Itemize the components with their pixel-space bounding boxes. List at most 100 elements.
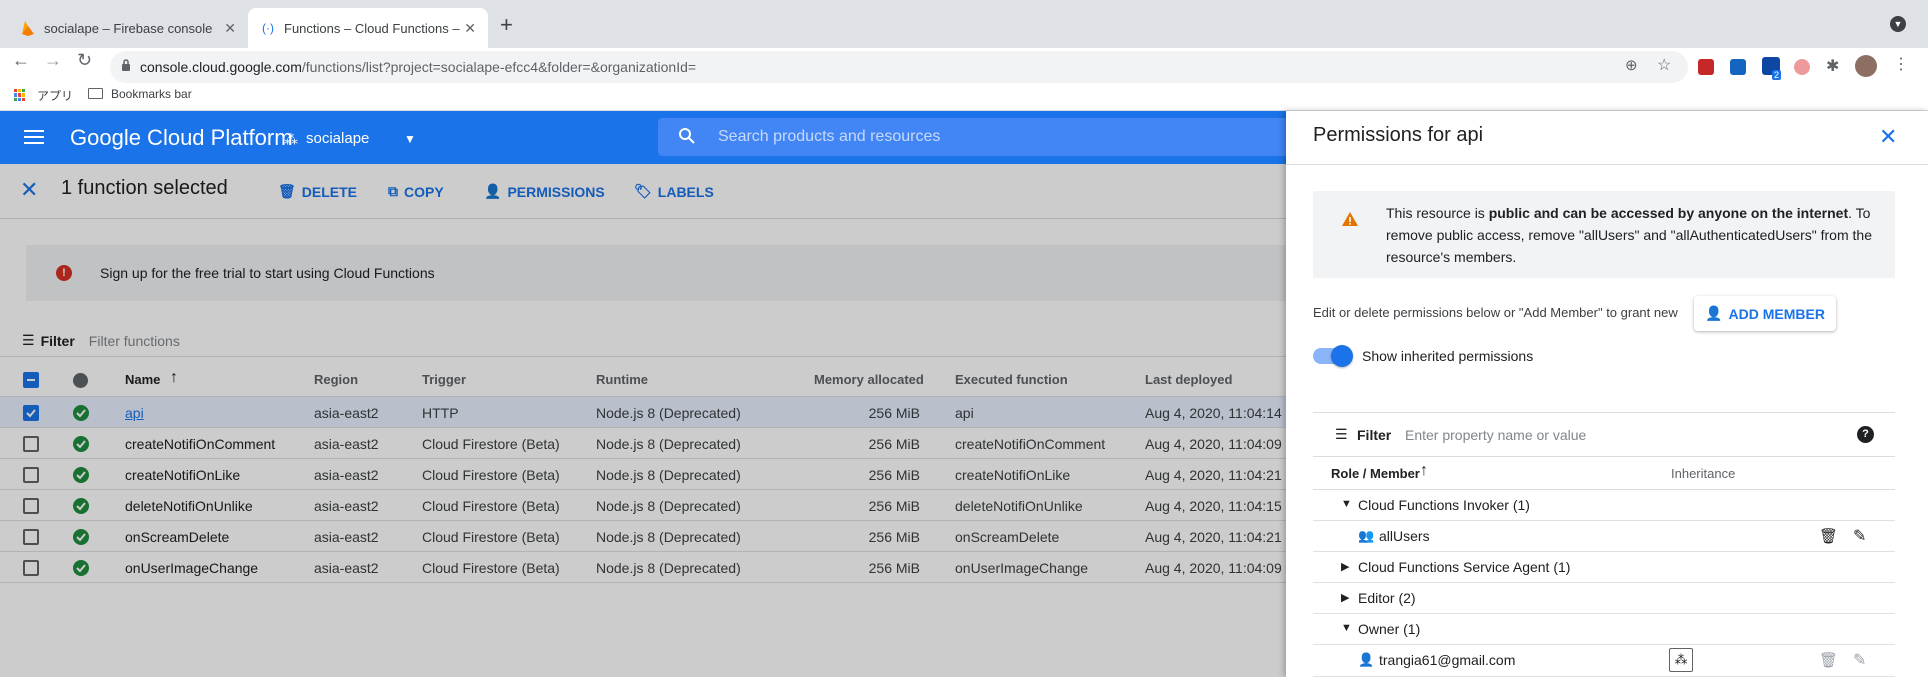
permissions-label: PERMISSIONS <box>507 183 605 200</box>
col-runtime[interactable]: Runtime <box>596 372 648 387</box>
table-row[interactable]: onScreamDelete asia-east2 Cloud Firestore … <box>0 521 1286 552</box>
warning-triangle-icon <box>1341 211 1359 227</box>
labels-label: LABELS <box>657 183 714 200</box>
table-row[interactable]: api asia-east2 HTTP Node.js 8 (Deprecated) a… <box>0 397 1286 428</box>
role-row[interactable]: ▼ Cloud Functions Invoker (1) <box>1313 490 1895 521</box>
address-bar[interactable]: console.cloud.google.com/functions/list?… <box>110 51 1688 83</box>
bookmarks-bar-folder[interactable]: Bookmarks bar <box>111 87 192 101</box>
role-row[interactable]: ▼ Owner (1) <box>1313 614 1895 645</box>
chevron-down-icon[interactable]: ▼ <box>404 132 416 146</box>
inherited-toggle-knob[interactable] <box>1331 345 1353 367</box>
status-column-icon <box>73 373 88 388</box>
role-row[interactable]: ▶ Cloud Functions Service Agent (1) <box>1313 552 1895 583</box>
inherited-hierarchy-icon[interactable]: ⁂ <box>1669 648 1693 672</box>
fn-trigger: Cloud Firestore (Beta) <box>422 436 560 452</box>
member-row[interactable]: 👥 allUsers 🗑 ✎ <box>1313 521 1895 552</box>
delete-button[interactable]: 🗑 DELETE <box>278 183 357 200</box>
row-checkbox[interactable] <box>23 436 39 452</box>
search-input[interactable]: Search products and resources <box>658 118 1286 156</box>
fn-name[interactable]: onUserImageChange <box>125 560 258 576</box>
browser-tab-functions[interactable]: (·) Functions – Cloud Functions – ✕ <box>248 8 488 48</box>
fn-trigger: Cloud Firestore (Beta) <box>422 560 560 576</box>
lock-icon[interactable] <box>121 59 131 71</box>
error-icon: ! <box>56 265 72 281</box>
fn-name[interactable]: onScreamDelete <box>125 529 229 545</box>
table-row[interactable]: createNotifiOnLike asia-east2 Cloud Firest… <box>0 459 1286 490</box>
col-role-member[interactable]: Role / Member <box>1331 466 1420 481</box>
row-checkbox[interactable] <box>23 498 39 514</box>
expand-down-icon[interactable]: ▼ <box>1341 498 1352 510</box>
extension-blue-icon[interactable] <box>1730 59 1746 75</box>
warning-text: This resource is public and can be acces… <box>1386 202 1876 268</box>
expand-down-icon[interactable]: ▼ <box>1341 622 1352 634</box>
sort-arrow-up-icon[interactable]: ↑ <box>170 369 178 387</box>
fn-name[interactable]: api <box>125 405 144 421</box>
permissions-filter-input[interactable]: Enter property name or value <box>1405 427 1586 443</box>
apps-grid-icon[interactable] <box>14 89 26 101</box>
select-all-checkbox[interactable] <box>23 372 39 388</box>
table-row[interactable]: onUserImageChange asia-east2 Cloud Firesto… <box>0 552 1286 583</box>
col-memory[interactable]: Memory allocated <box>814 372 924 387</box>
col-deployed[interactable]: Last deployed <box>1145 372 1232 387</box>
fn-name[interactable]: createNotifiOnComment <box>125 436 275 452</box>
apps-bookmark[interactable]: アプリ <box>37 87 73 104</box>
new-tab-icon[interactable]: + <box>500 12 513 38</box>
hamburger-menu-icon[interactable] <box>24 130 44 144</box>
fn-region: asia-east2 <box>314 405 379 421</box>
delete-member-icon: 🗑 <box>1819 652 1839 669</box>
row-checkbox[interactable] <box>23 405 39 421</box>
help-icon[interactable]: ? <box>1857 426 1874 443</box>
forward-icon[interactable]: → <box>44 50 62 71</box>
delete-member-icon[interactable]: 🗑 <box>1819 527 1838 545</box>
add-person-icon: 👤 <box>1705 305 1723 321</box>
row-checkbox[interactable] <box>23 467 39 483</box>
role-row[interactable]: ▶ Editor (2) <box>1313 583 1895 614</box>
extensions-puzzle-icon[interactable]: ✱ <box>1826 56 1839 76</box>
permissions-table-header: Role / Member ↑ Inheritance <box>1313 457 1895 490</box>
member-row[interactable]: 👤 trangia61@gmail.com ⁂ 🗑 ✎ <box>1313 645 1895 677</box>
extension-pink-icon[interactable] <box>1794 59 1810 75</box>
close-tab-icon[interactable]: ✕ <box>464 20 476 37</box>
copy-label: COPY <box>404 183 444 200</box>
fn-trigger: Cloud Firestore (Beta) <box>422 498 560 514</box>
row-checkbox[interactable] <box>23 529 39 545</box>
search-icon <box>678 127 696 145</box>
col-name[interactable]: Name <box>125 372 160 387</box>
col-region[interactable]: Region <box>314 372 358 387</box>
tab-search-icon[interactable]: ▼ <box>1890 16 1906 32</box>
close-panel-icon[interactable]: ✕ <box>1879 124 1897 150</box>
clear-selection-icon[interactable]: ✕ <box>20 177 38 203</box>
table-row[interactable]: deleteNotifiOnUnlike asia-east2 Cloud Fire… <box>0 490 1286 521</box>
bookmark-star-icon[interactable]: ☆ <box>1657 55 1671 75</box>
gcp-logo-title[interactable]: Google Cloud Platform <box>70 125 293 151</box>
functions-table-header: Name ↑ Region Trigger Runtime Memory all… <box>0 364 1286 397</box>
col-executed[interactable]: Executed function <box>955 372 1068 387</box>
labels-button[interactable]: 🏷 LABELS <box>634 183 714 200</box>
browser-menu-icon[interactable]: ⋮ <box>1893 54 1909 74</box>
role-label: Cloud Functions Invoker (1) <box>1358 497 1530 513</box>
back-icon[interactable]: ← <box>12 50 30 71</box>
extension-red-icon[interactable] <box>1698 59 1714 75</box>
filter-input[interactable]: Filter functions <box>89 333 180 349</box>
profile-avatar[interactable] <box>1855 55 1877 77</box>
reload-icon[interactable]: ↻ <box>77 50 92 71</box>
col-trigger[interactable]: Trigger <box>422 372 466 387</box>
fn-name[interactable]: deleteNotifiOnUnlike <box>125 498 253 514</box>
sort-arrow-up-icon[interactable]: ↑ <box>1420 462 1428 480</box>
fn-deployed: Aug 4, 2020, 11:04:21 <box>1145 467 1282 483</box>
close-tab-icon[interactable]: ✕ <box>224 20 236 37</box>
browser-tab-firebase[interactable]: socialape – Firebase console ✕ <box>8 8 248 48</box>
banner-text: Sign up for the free trial to start usin… <box>100 265 435 281</box>
copy-button[interactable]: ⧉ COPY <box>388 183 444 200</box>
project-selector[interactable]: socialape <box>306 130 369 147</box>
table-row[interactable]: createNotifiOnComment asia-east2 Cloud Fir… <box>0 428 1286 459</box>
add-member-button[interactable]: 👤 ADD MEMBER <box>1694 296 1836 331</box>
expand-right-icon[interactable]: ▶ <box>1341 560 1349 573</box>
zoom-icon[interactable]: ⊕ <box>1625 56 1638 74</box>
expand-right-icon[interactable]: ▶ <box>1341 591 1349 604</box>
fn-name[interactable]: createNotifiOnLike <box>125 467 240 483</box>
row-checkbox[interactable] <box>23 560 39 576</box>
permissions-button[interactable]: 👤 PERMISSIONS <box>484 183 605 200</box>
tab-title: Functions – Cloud Functions – <box>284 20 460 36</box>
edit-member-icon[interactable]: ✎ <box>1853 526 1866 546</box>
